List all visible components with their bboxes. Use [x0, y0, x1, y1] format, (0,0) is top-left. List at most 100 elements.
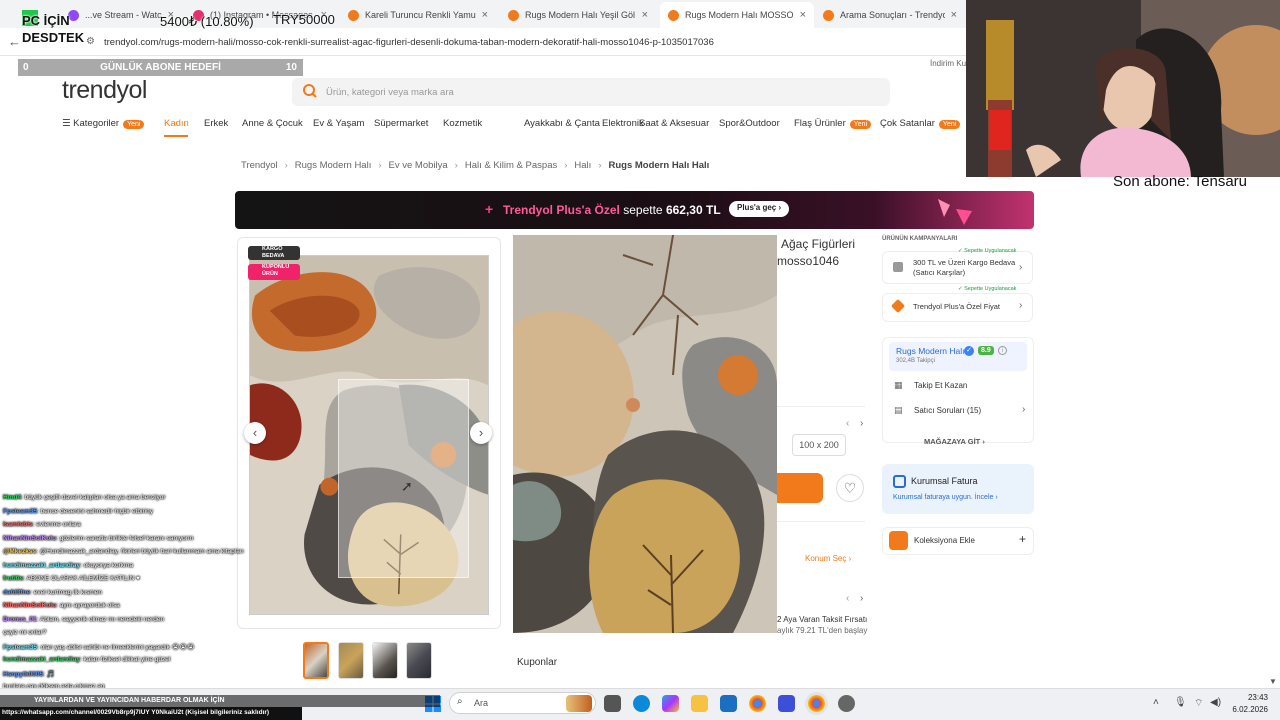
gallery-prev-button[interactable]: ‹ [244, 422, 266, 444]
chat-username[interactable]: hundimazzaki_ardandiay [3, 562, 80, 569]
nav-item[interactable]: Saat & Aksesuar [639, 118, 709, 129]
breadcrumb-item[interactable]: Halı & Kilim & Paspas [465, 160, 557, 171]
nav-item[interactable]: Elektronik [602, 118, 644, 129]
divider [777, 406, 865, 407]
location-select-link[interactable]: Konum Seç › [805, 554, 851, 563]
chat-username[interactable]: Fpsteam35 [3, 644, 37, 651]
plus-join-button[interactable]: Plus'a geç › [729, 201, 790, 217]
chat-text: : 🎵 [43, 670, 55, 678]
close-tab-icon[interactable]: × [476, 9, 488, 21]
chrome-icon[interactable] [749, 695, 766, 712]
file-explorer-icon[interactable] [691, 695, 708, 712]
chat-username[interactable]: NihanNinSolKolu [3, 535, 56, 542]
breadcrumb-item[interactable]: Ev ve Mobilya [389, 160, 448, 171]
nav-item-label: Anne & Çocuk [242, 118, 303, 129]
edge-icon[interactable] [633, 695, 650, 712]
add-to-cart-button[interactable] [777, 473, 823, 503]
nav-item[interactable]: Süpermarket [374, 118, 428, 129]
microphone-icon[interactable]: 🎙 [1174, 697, 1187, 708]
breadcrumb-item[interactable]: Halı [574, 160, 591, 171]
settings-gear-icon[interactable] [838, 695, 855, 712]
nav-item[interactable]: Kozmetik [443, 118, 482, 129]
nav-item[interactable]: Erkek [204, 118, 228, 129]
store-icon[interactable] [720, 695, 737, 712]
nav-item[interactable]: ☰ Kategoriler Yeni [62, 118, 145, 129]
browser-tab[interactable]: Rugs Modern Halı MOSSO Çok× [660, 2, 814, 28]
breadcrumb-item[interactable]: Rugs Modern Halı [295, 160, 372, 171]
corporate-invoice-card[interactable] [882, 464, 1034, 514]
clock-time[interactable]: 23:43 [1228, 693, 1268, 702]
breadcrumb-item[interactable]: Trendyol [241, 160, 278, 171]
close-tab-icon[interactable]: × [945, 9, 957, 21]
campaign-text-2: (Satıcı Karşılar) [913, 268, 966, 277]
chrome-active-icon[interactable] [808, 695, 825, 712]
chat-username[interactable]: Dronus_01 [3, 616, 37, 623]
chevron-left-icon[interactable]: ‹ [846, 593, 849, 604]
tab-label: Rugs Modern Halı MOSSO Çok [685, 10, 794, 20]
scroll-down-arrow-icon[interactable]: ▼ [1269, 677, 1277, 686]
back-arrow-icon[interactable]: ← [8, 34, 21, 49]
free-shipping-badge: KARGO BEDAVA [248, 246, 300, 260]
chat-text: çeyiz mi onlar? [3, 629, 47, 636]
invoice-subtitle[interactable]: Kurumsal faturaya uygun. İncele › [893, 494, 998, 501]
seller-score-badge: 8.9 [978, 346, 994, 355]
browser-tab[interactable]: Arama Sonuçları - Trendyol × [815, 2, 965, 28]
nav-item[interactable]: Spor&Outdoor [719, 118, 780, 129]
chat-username[interactable]: Isamisbis [3, 521, 33, 528]
chat-username[interactable]: @Mkezkss [3, 548, 36, 555]
copilot-icon[interactable] [662, 695, 679, 712]
info-icon[interactable]: i [998, 346, 1007, 355]
seller-name[interactable]: Rugs Modern Halı [896, 346, 965, 356]
gallery-next-button[interactable]: › [470, 422, 492, 444]
chevron-right-icon: › [1019, 300, 1023, 311]
task-view-icon[interactable] [604, 695, 621, 712]
chat-username[interactable]: Fpsteam35 [3, 508, 37, 515]
chat-text: : aynı ayrayorduk olsa [56, 602, 120, 609]
follow-earn-link[interactable]: Takip Et Kazan [914, 381, 967, 390]
clock-date[interactable]: 6.02.2026 [1218, 705, 1268, 714]
nav-item-label: Kozmetik [443, 118, 483, 129]
browser-tab[interactable]: Kareli Turuncu Renkli Yamuk Al× [340, 2, 496, 28]
browser-tab[interactable]: Rugs Modern Halı Yeşil Göl ve × [500, 2, 656, 28]
chevron-right-icon[interactable]: › [860, 418, 863, 429]
go-to-store-button[interactable]: MAĞAZAYA GİT › [924, 437, 985, 446]
nav-item[interactable]: Ev & Yaşam [313, 118, 364, 129]
thumbnail[interactable] [406, 642, 432, 679]
nav-active-indicator [164, 135, 188, 137]
thumbnail[interactable] [372, 642, 398, 679]
chat-username[interactable]: dafd3fne [3, 589, 30, 596]
seller-questions-link[interactable]: Satıcı Soruları (15) [914, 406, 981, 415]
breadcrumb-item[interactable]: Rugs Modern Halı Halı [608, 160, 709, 171]
obs-icon[interactable] [778, 695, 795, 712]
chat-username[interactable]: Hmd4 [3, 494, 21, 501]
chat-username[interactable]: hundimazzaki_ardandiay [3, 656, 80, 663]
nav-item[interactable]: Kadın [164, 118, 189, 129]
chat-username[interactable]: frutitis [3, 575, 23, 582]
wifi-icon[interactable]: ⌔ [1194, 697, 1203, 710]
close-tab-icon[interactable]: × [636, 9, 648, 21]
trendyol-logo[interactable]: trendyol [62, 76, 147, 105]
nav-item[interactable]: Anne & Çocuk [242, 118, 303, 129]
size-option[interactable]: 100 x 200 [792, 434, 846, 456]
chat-username[interactable]: Hsnpytk0005 [3, 671, 43, 678]
chat-username[interactable]: NihanNinSolKolu [3, 602, 56, 609]
chevron-left-icon[interactable]: ‹ [846, 418, 849, 429]
mouse-cursor-icon: ➚ [401, 478, 413, 494]
chevron-right-icon[interactable]: › [860, 593, 863, 604]
search-icon[interactable] [302, 83, 318, 99]
thumbnail[interactable] [338, 642, 364, 679]
nav-item[interactable]: Çok Satanlar Yeni [880, 118, 961, 129]
chat-text: : Ablam, sayyonik olmaz mı neredeki nerd… [36, 615, 165, 623]
plus-icon: + [485, 201, 494, 217]
heart-icon[interactable]: ♡ [836, 474, 864, 502]
chevron-up-icon[interactable]: ˄ [1153, 697, 1159, 708]
chat-message: @Mkezkss: @Hundimazzak_ardandiay, fikirl… [3, 548, 244, 555]
tab-favicon-icon [508, 9, 519, 21]
thumbnail[interactable] [303, 642, 329, 679]
url-text[interactable]: trendyol.com/rugs-modern-hali/mosso-cok-… [104, 37, 714, 48]
chat-text: : büyük çeşitli davet kalıpları olsa ya … [21, 494, 166, 501]
taskbar-search-label: Ara [474, 698, 489, 708]
close-tab-icon[interactable]: × [794, 9, 806, 21]
nav-item[interactable]: Flaş Ürünler Yeni [794, 118, 872, 129]
nav-item[interactable]: Ayakkabı & Çanta [524, 118, 600, 129]
